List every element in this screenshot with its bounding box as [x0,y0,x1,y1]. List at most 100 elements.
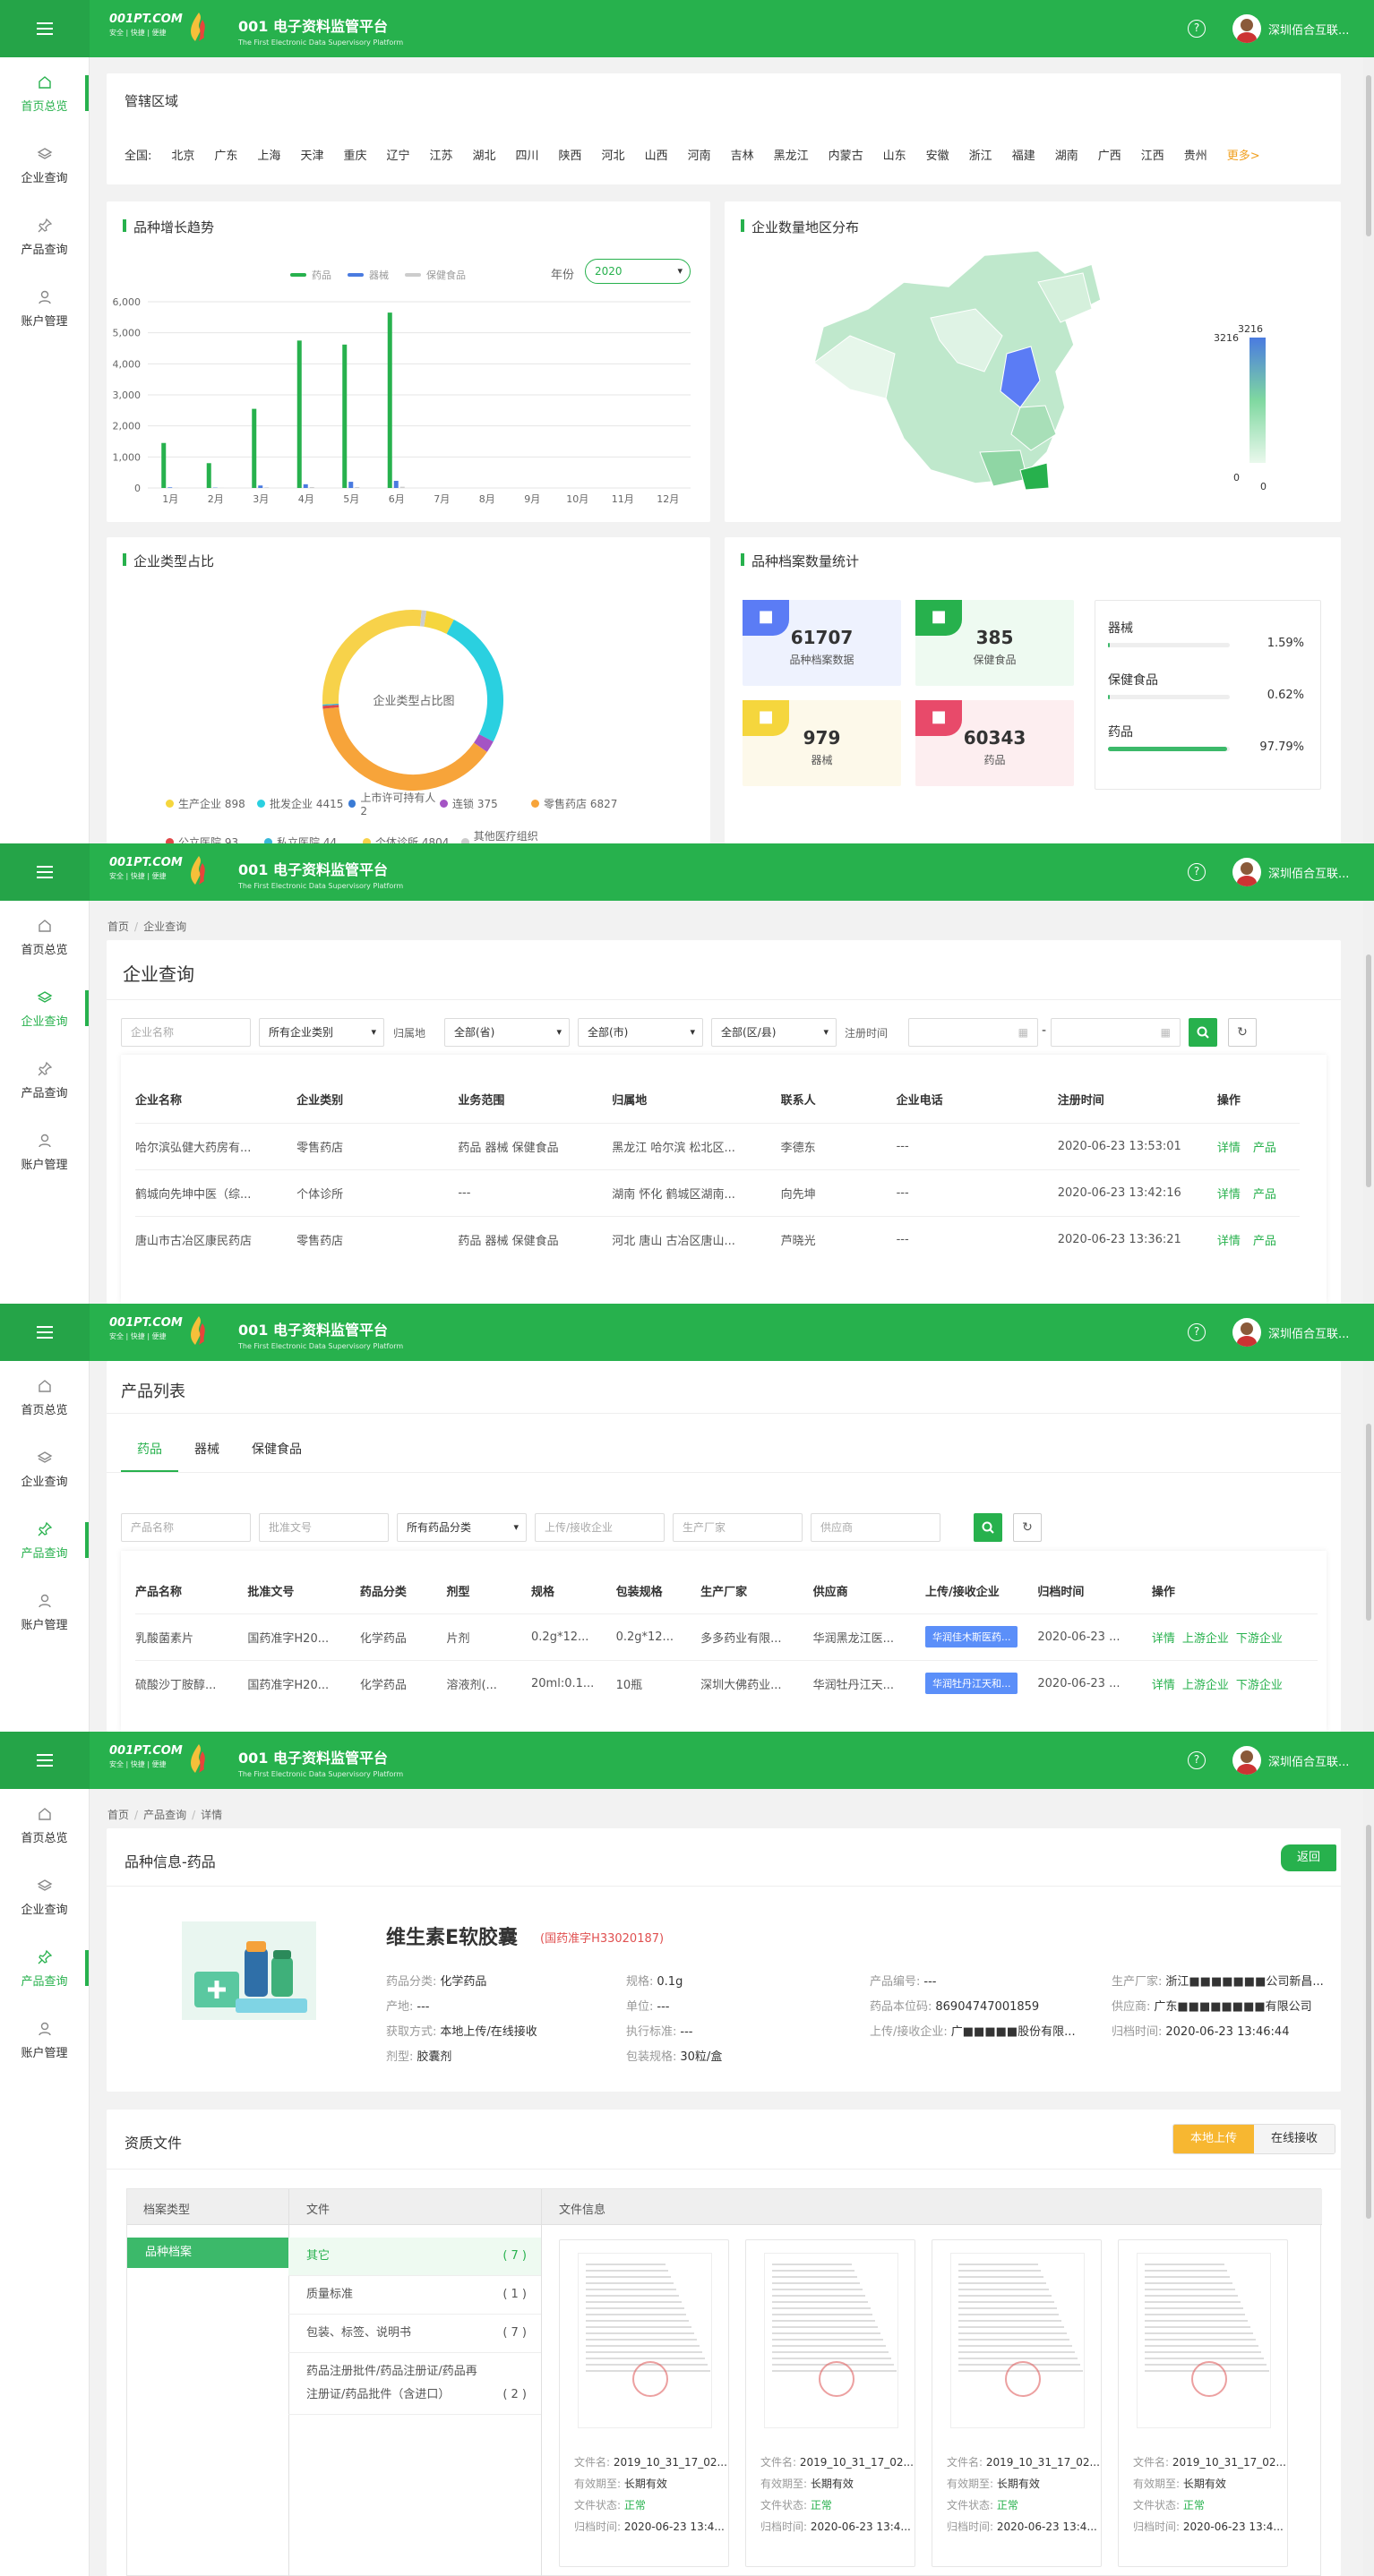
region-link[interactable]: 吉林 [731,146,754,163]
company-name-input[interactable]: 企业名称 [121,1018,251,1047]
document-thumbnail[interactable] [1137,2253,1271,2428]
op-link[interactable]: 产品 [1253,1142,1276,1155]
region-link[interactable]: 重庆 [343,146,366,163]
region-link[interactable]: 广西 [1098,146,1121,163]
scrollbar[interactable] [1363,901,1374,1304]
type-legend-item[interactable]: 连锁 375 [440,790,531,817]
sidebar-item-0[interactable]: 首页总览 [0,1789,89,1861]
filter-4[interactable]: 生产厂家 [673,1513,803,1542]
file-category-item[interactable]: 药品注册批件/药品注册证/药品再注册证/药品批件（含进口） ( 2 ) [288,2353,541,2415]
sidebar-item-0[interactable]: 首页总览 [0,57,89,129]
sidebar-item-0[interactable]: 首页总览 [0,901,89,972]
type-legend-item[interactable]: 公立医院 93 [166,828,264,843]
breadcrumb-item[interactable]: 详情 [201,1809,222,1821]
op-link[interactable]: 详情 [1217,1188,1241,1202]
sidebar-item-1[interactable]: 企业查询 [0,129,89,201]
tab-2[interactable]: 保健食品 [236,1440,318,1472]
refresh-button[interactable]: ↻ [1013,1513,1042,1542]
document-thumbnail[interactable] [578,2253,712,2428]
file-category-item[interactable]: 包装、标签、说明书 ( 7 ) [288,2315,541,2353]
breadcrumb-item[interactable]: 首页 [107,920,129,933]
menu-toggle-icon[interactable] [0,843,90,901]
sidebar-item-2[interactable]: 产品查询 [0,1044,89,1116]
region-link[interactable]: 天津 [300,146,323,163]
scrollbar[interactable] [1363,1789,1374,2576]
tab-0[interactable]: 药品 [121,1440,178,1472]
sidebar-item-2[interactable]: 产品查询 [0,201,89,272]
user-menu[interactable]: 深圳佰合互联... [1232,14,1349,43]
city-select[interactable]: 全部(市) [578,1018,703,1047]
region-link[interactable]: 河北 [602,146,625,163]
menu-toggle-icon[interactable] [0,1732,90,1789]
tab-1[interactable]: 器械 [178,1440,236,1472]
document-card[interactable]: 文件名: 2019_10_31_17_02... 有效期至: 长期有效 文件状态: … [932,2239,1102,2567]
op-link[interactable]: 详情 [1152,1632,1175,1646]
company-type-select[interactable]: 所有企业类别 [259,1018,384,1047]
help-icon[interactable]: ? [1188,1751,1206,1769]
refresh-button[interactable]: ↻ [1228,1018,1257,1047]
search-button[interactable] [1189,1018,1217,1047]
region-link[interactable]: 江西 [1141,146,1164,163]
region-link[interactable]: 湖南 [1055,146,1078,163]
op-link[interactable]: 详情 [1152,1679,1175,1692]
help-icon[interactable]: ? [1188,1323,1206,1341]
local-upload-button[interactable]: 本地上传 [1173,2125,1254,2153]
document-card[interactable]: 文件名: 2019_10_31_17_02... 有效期至: 长期有效 文件状态: … [745,2239,915,2567]
op-link[interactable]: 上游企业 [1182,1679,1229,1692]
region-link[interactable]: 浙江 [969,146,992,163]
sidebar-item-2[interactable]: 产品查询 [0,1504,89,1576]
document-card[interactable]: 文件名: 2019_10_31_17_02... 有效期至: 长期有效 文件状态: … [1118,2239,1288,2567]
document-thumbnail[interactable] [764,2253,898,2428]
type-legend-item[interactable]: 个体诊所 4804 [363,828,461,843]
op-link[interactable]: 下游企业 [1236,1632,1283,1646]
end-date-input[interactable]: ▦ [1051,1018,1181,1047]
help-icon[interactable]: ? [1188,20,1206,38]
file-category-item[interactable]: 质量标准 ( 1 ) [288,2276,541,2315]
type-legend-item[interactable]: 零售药店 6827 [531,790,648,817]
type-legend-item[interactable]: 其他医疗组织 149 [461,828,560,843]
type-legend-item[interactable]: 上市许可持有人 2 [348,790,440,817]
sidebar-item-3[interactable]: 账户管理 [0,1116,89,1187]
region-link[interactable]: 陕西 [559,146,582,163]
sidebar-item-1[interactable]: 企业查询 [0,1861,89,1932]
op-link[interactable]: 详情 [1217,1235,1241,1248]
menu-toggle-icon[interactable] [0,1304,90,1361]
sidebar-item-2[interactable]: 产品查询 [0,1932,89,2004]
filter-1[interactable]: 批准文号 [259,1513,389,1542]
sidebar-item-1[interactable]: 企业查询 [0,972,89,1044]
filter-2[interactable]: 所有药品分类 [397,1513,527,1542]
breadcrumb-item[interactable]: 产品查询 [143,1809,186,1821]
user-menu[interactable]: 深圳佰合互联... [1232,1318,1349,1347]
sidebar-item-3[interactable]: 账户管理 [0,1576,89,1647]
start-date-input[interactable]: ▦ [908,1018,1038,1047]
region-link[interactable]: 山西 [645,146,668,163]
op-link[interactable]: 下游企业 [1236,1679,1283,1692]
user-menu[interactable]: 深圳佰合互联... [1232,858,1349,886]
district-select[interactable]: 全部(区/县) [711,1018,837,1047]
file-category-item[interactable]: 其它 ( 7 ) [288,2238,541,2276]
region-link[interactable]: 辽宁 [386,146,409,163]
online-receive-button[interactable]: 在线接收 [1254,2125,1335,2153]
scrollbar[interactable] [1363,1361,1374,1732]
filter-5[interactable]: 供应商 [811,1513,940,1542]
company-tag[interactable]: 华润佳木斯医药... [924,1626,1018,1647]
region-link[interactable]: 湖北 [473,146,496,163]
region-link[interactable]: 北京 [171,146,194,163]
back-button[interactable]: 返回 [1281,1844,1336,1871]
breadcrumb-item[interactable]: 首页 [107,1809,129,1821]
op-link[interactable]: 产品 [1253,1188,1276,1202]
breadcrumb-item[interactable]: 企业查询 [143,920,186,933]
op-link[interactable]: 上游企业 [1182,1632,1229,1646]
sidebar-item-3[interactable]: 账户管理 [0,2004,89,2075]
region-link[interactable]: 江苏 [429,146,452,163]
region-link[interactable]: 内蒙古 [829,146,863,163]
type-legend-item[interactable]: 私立医院 44 [264,828,363,843]
archive-type-item[interactable]: 品种档案 [127,2238,288,2268]
menu-toggle-icon[interactable] [0,0,90,57]
op-link[interactable]: 产品 [1253,1235,1276,1248]
user-menu[interactable]: 深圳佰合互联... [1232,1746,1349,1775]
region-link[interactable]: 黑龙江 [774,146,809,163]
region-link[interactable]: 上海 [257,146,280,163]
region-link[interactable]: 安徽 [926,146,949,163]
filter-3[interactable]: 上传/接收企业 [535,1513,665,1542]
